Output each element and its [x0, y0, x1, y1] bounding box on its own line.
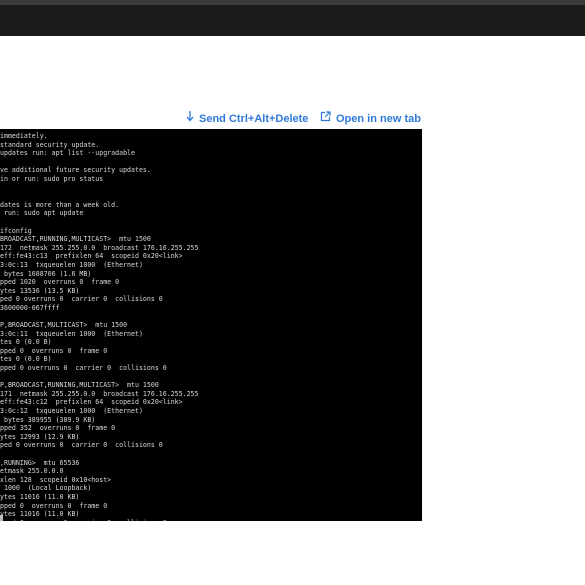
- send-ctrl-alt-delete-label: Send Ctrl+Alt+Delete: [199, 113, 309, 125]
- console-line: tes 0 (0.0 B): [0, 355, 52, 364]
- console-line: eff:fe43:c13 prefixlen 64 scopeid 0x20<l…: [0, 252, 183, 261]
- console-line: ifconfig: [0, 226, 32, 235]
- console-line: immediately.: [0, 132, 48, 140]
- open-in-new-tab-label: Open in new tab: [336, 113, 421, 125]
- console-line: pped 0 overruns 0 frame 0: [0, 346, 108, 355]
- console-line: pped 0 overruns 0 carrier 0 collisions 0: [0, 364, 167, 373]
- console-line: P,BROADCAST,RUNNING,MULTICAST> mtu 1500: [0, 381, 159, 390]
- arrow-down-icon: [186, 111, 194, 127]
- console-line: 3:0c:11 txqueuelen 1000 (Ethernet): [0, 329, 143, 338]
- console-line: xlen 128 scopeid 0x10<host>: [0, 475, 112, 484]
- console-line: bytes 389955 (389.9 KB): [0, 415, 96, 424]
- send-ctrl-alt-delete-button[interactable]: Send Ctrl+Alt+Delete: [186, 111, 308, 127]
- console-line: dates is more than a week old.: [0, 200, 120, 209]
- open-in-new-tab-button[interactable]: Open in new tab: [320, 111, 421, 127]
- console-line: ve additional future security updates.: [0, 166, 151, 175]
- console-line: bytes 1688706 (1.6 MB): [0, 269, 92, 278]
- console-line: tes 0 (0.0 B): [0, 338, 52, 347]
- console-line: P,BROADCAST,MULTICAST> mtu 1500: [0, 321, 128, 330]
- console-line: pped 352 overruns 0 frame 0: [0, 424, 116, 433]
- remote-console-screen[interactable]: immediately. standard security update. upd…: [0, 129, 422, 521]
- external-link-icon: [320, 111, 331, 127]
- console-line: ped 0 overruns 0 carrier 0 collisions 0: [0, 441, 163, 450]
- top-bar-edge: [0, 0, 585, 5]
- console-line: ytes 12993 (12.9 KB): [0, 432, 80, 441]
- console-line: etmask 255.0.0.0: [0, 467, 64, 476]
- console-line: run: sudo apt update: [0, 209, 84, 218]
- console-line: 172 netmask 255.255.0.0 broadcast 176.16…: [0, 243, 199, 252]
- console-line: 3:0c:13 txqueuelen 1000 (Ethernet): [0, 260, 143, 269]
- console-line: 1000 (Local Loopback): [0, 484, 92, 493]
- console-line: pped 0 overruns 0 frame 0: [0, 501, 108, 510]
- console-line: ped 0 overruns 0 carrier 0 collisions 0: [0, 295, 163, 304]
- console-line: BROADCAST,RUNNING,MULTICAST> mtu 1500: [0, 235, 151, 244]
- console-line: ytes 11016 (11.0 KB): [0, 510, 80, 519]
- console-line: eff:fe43:c12 prefixlen 64 scopeid 0x20<l…: [0, 398, 183, 407]
- console-output: immediately. standard security update. upd…: [0, 129, 422, 521]
- console-line: ytes 13536 (13.5 KB): [0, 286, 80, 295]
- console-line: 3600000-067ffff: [0, 303, 60, 312]
- console-line: ,RUNNING> mtu 65536: [0, 458, 80, 467]
- console-line: standard security update.: [0, 140, 100, 149]
- console-line: 171 netmask 255.255.0.0 broadcast 176.16…: [0, 389, 199, 398]
- console-line: pped 0 overruns 0 carrier 0 collisions 0: [0, 519, 422, 521]
- console-cursor: [0, 515, 3, 521]
- top-bar: [0, 0, 585, 36]
- console-line: updates run: apt list --upgradable: [0, 149, 135, 158]
- console-line: 3:0c:12 txqueuelen 1000 (Ethernet): [0, 407, 143, 415]
- console-line: pped 1020 overruns 0 frame 0: [0, 278, 120, 287]
- console-line: in or run: sudo pro status: [0, 174, 104, 183]
- console-line: ytes 11016 (11.0 KB): [0, 492, 80, 501]
